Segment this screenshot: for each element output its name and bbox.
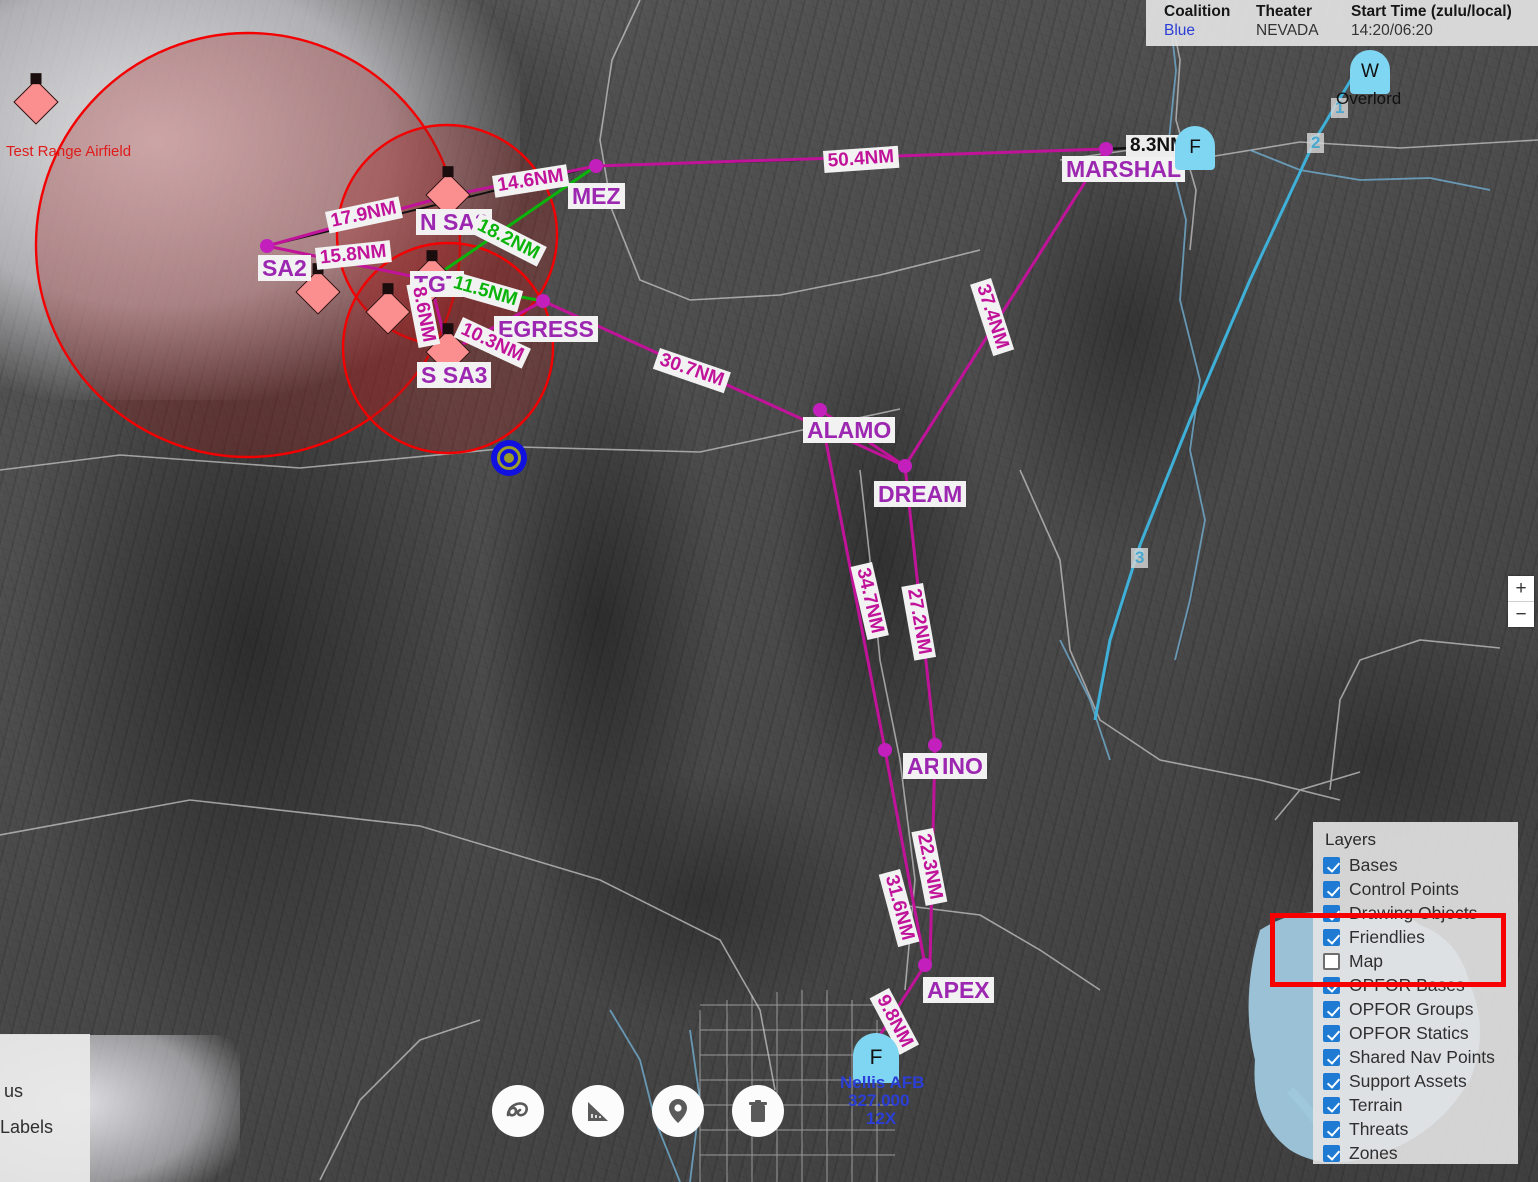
layer-checkbox-terrain[interactable] <box>1323 1096 1340 1114</box>
layer-row-threats[interactable]: Threats <box>1323 1117 1518 1141</box>
layer-label: OPFOR Bases <box>1349 974 1465 995</box>
layers-list[interactable]: Bases Control Points Drawing Objects Friend… <box>1323 853 1518 1165</box>
tactical-map-app: SA2 N SA3 MEZ MARSHAL TGT S SA3 EGRESS ALAMO DRE… <box>0 0 1538 1182</box>
waypoint-label-sa2[interactable]: SA2 <box>258 255 311 282</box>
coalition-field: Coalition Blue <box>1164 3 1256 41</box>
start-time-value: 14:20/06:20 <box>1351 21 1433 39</box>
measure-tool[interactable] <box>572 1085 624 1137</box>
layer-checkbox-control-points[interactable] <box>1323 880 1340 898</box>
start-time-label: Start Time (zulu/local) <box>1351 3 1512 20</box>
place-marker-tool[interactable] <box>652 1085 704 1137</box>
start-time-field: Start Time (zulu/local) 14:20/06:20 <box>1351 3 1512 41</box>
layer-checkbox-shared-nav-points[interactable] <box>1323 1048 1340 1066</box>
layer-row-opfor-bases[interactable]: OPFOR Bases <box>1323 973 1518 997</box>
layer-label: OPFOR Statics <box>1349 1022 1469 1043</box>
zoom-out-button[interactable]: − <box>1508 602 1534 627</box>
waypoint-label-alamo[interactable]: ALAMO <box>803 417 896 444</box>
airbase-info-line-2: 12X <box>866 1109 897 1128</box>
partial-panel-line-1: us <box>4 1081 24 1101</box>
theater-value: NEVADA <box>1256 21 1319 39</box>
diamond-stem <box>442 166 454 178</box>
diamond-stem <box>426 250 438 262</box>
layer-label: OPFOR Groups <box>1349 998 1474 1019</box>
ruler-icon <box>588 1102 608 1121</box>
layer-row-support-assets[interactable]: Support Assets <box>1323 1069 1518 1093</box>
waypoint-label-marshal[interactable]: MARSHAL <box>1062 156 1185 183</box>
layers-panel[interactable]: Layers Bases Control Points Drawing Object… <box>1313 822 1518 1164</box>
layer-checkbox-map[interactable] <box>1323 952 1340 970</box>
diamond-stem <box>382 283 394 295</box>
layer-label: Threats <box>1349 1118 1409 1139</box>
layer-row-zones[interactable]: Zones <box>1323 1141 1518 1165</box>
theater-field: Theater NEVADA <box>1256 3 1351 41</box>
layer-label: Control Points <box>1349 878 1459 899</box>
layer-row-opfor-groups[interactable]: OPFOR Groups <box>1323 997 1518 1021</box>
layer-row-drawing-objects[interactable]: Drawing Objects <box>1323 901 1518 925</box>
layer-row-shared-nav-points[interactable]: Shared Nav Points <box>1323 1045 1518 1069</box>
drawing-toolbar[interactable] <box>492 1085 784 1137</box>
zoom-controls[interactable]: + − <box>1508 576 1534 627</box>
layer-checkbox-zones[interactable] <box>1323 1144 1340 1162</box>
coalition-label: Coalition <box>1164 3 1231 20</box>
airbase-info-line-0: Nellis AFB <box>840 1073 925 1092</box>
layer-checkbox-opfor-groups[interactable] <box>1323 1000 1340 1018</box>
waypoint-label-dream[interactable]: DREAM <box>874 481 967 508</box>
layer-label: Support Assets <box>1349 1070 1467 1091</box>
layer-label: Friendlies <box>1349 926 1425 947</box>
diamond-stem <box>442 323 454 335</box>
layer-checkbox-bases[interactable] <box>1323 856 1340 874</box>
layer-row-map[interactable]: Map <box>1323 949 1518 973</box>
layer-checkbox-opfor-statics[interactable] <box>1323 1024 1340 1042</box>
layer-row-control-points[interactable]: Control Points <box>1323 877 1518 901</box>
mission-header-panel: Coalition Blue Theater NEVADA Start Time… <box>1146 0 1538 46</box>
theater-label: Theater <box>1256 3 1312 20</box>
layer-checkbox-opfor-bases[interactable] <box>1323 976 1340 994</box>
airbase-marker-w-1[interactable]: W <box>1350 50 1390 94</box>
bullseye-center <box>504 453 514 463</box>
layer-label: Map <box>1349 950 1384 971</box>
map-label-overlord: Overlord <box>1336 89 1402 108</box>
trash-icon <box>749 1100 767 1122</box>
waypoint-label-ino[interactable]: INO <box>938 753 987 780</box>
map-pin-icon <box>669 1099 687 1123</box>
layer-label: Zones <box>1349 1142 1398 1163</box>
layer-label: Bases <box>1349 854 1398 875</box>
layer-checkbox-drawing-objects[interactable] <box>1323 904 1340 922</box>
nav-point-number-2[interactable]: 2 <box>1307 133 1325 153</box>
layer-checkbox-support-assets[interactable] <box>1323 1072 1340 1090</box>
layer-checkbox-friendlies[interactable] <box>1323 928 1340 946</box>
waypoint-label-s-sa3[interactable]: S SA3 <box>417 362 492 389</box>
airbase-info-line-1: 327.000 <box>848 1091 910 1110</box>
layers-panel-title: Layers <box>1325 830 1377 849</box>
layer-row-friendlies[interactable]: Friendlies <box>1323 925 1518 949</box>
airbase-marker-f-0[interactable]: F <box>1175 126 1215 170</box>
delete-tool[interactable] <box>732 1085 784 1137</box>
layer-row-bases[interactable]: Bases <box>1323 853 1518 877</box>
waypoint-label-apex[interactable]: APEX <box>923 977 994 1004</box>
nav-point-number-3[interactable]: 3 <box>1131 548 1149 568</box>
diamond-stem <box>30 73 42 85</box>
layer-label: Terrain <box>1349 1094 1403 1115</box>
bullseye-marker <box>491 440 527 476</box>
opfor-airfield-label-0: Test Range Airfield <box>6 143 132 160</box>
layer-checkbox-threats[interactable] <box>1323 1120 1340 1138</box>
layer-row-terrain[interactable]: Terrain <box>1323 1093 1518 1117</box>
zoom-in-button[interactable]: + <box>1508 576 1534 601</box>
coalition-value: Blue <box>1164 21 1196 39</box>
freehand-draw-tool[interactable] <box>492 1085 544 1137</box>
layer-row-opfor-statics[interactable]: OPFOR Statics <box>1323 1021 1518 1045</box>
squiggle-icon <box>506 1102 528 1117</box>
partial-panel-line-2: t Labels <box>0 1117 54 1137</box>
partial-left-panel[interactable]: us t Labels <box>0 1034 90 1182</box>
waypoint-label-mez[interactable]: MEZ <box>568 183 625 210</box>
layer-label: Shared Nav Points <box>1349 1046 1495 1067</box>
layer-label: Drawing Objects <box>1349 902 1478 923</box>
